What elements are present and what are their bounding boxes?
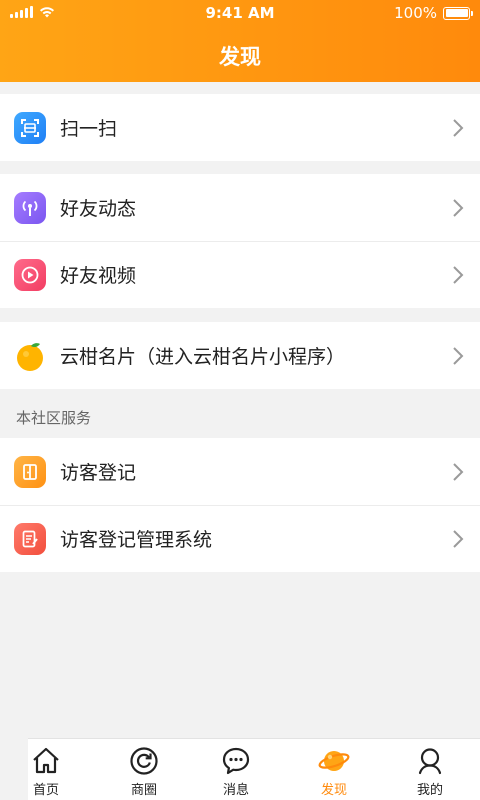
bottom-tab-bar: 首页 商圈 消息 发现 我的 (28, 738, 480, 800)
community-section: 访客登记 访客登记管理系统 (0, 438, 480, 572)
battery-percent: 100% (394, 4, 437, 22)
scan-label: 扫一扫 (60, 118, 118, 140)
user-icon (418, 748, 442, 775)
scan-icon (14, 111, 46, 144)
scan-section: 扫一扫 (0, 94, 480, 161)
tab-home-label: 首页 (32, 783, 59, 798)
app-header: 9:41 AM 100% 发现 (0, 0, 480, 82)
planet-icon (318, 751, 350, 771)
visitor-admin-row[interactable]: 访客登记管理系统 (0, 505, 480, 572)
card-section: 云柑名片（进入云柑名片小程序） (0, 322, 480, 389)
status-bar: 9:41 AM 100% (0, 0, 480, 28)
battery-status: 100% (394, 4, 473, 22)
visitor-register-label: 访客登记 (60, 462, 137, 484)
home-icon (33, 747, 59, 774)
door-icon (14, 455, 46, 488)
scan-row[interactable]: 扫一扫 (0, 94, 480, 161)
friends-feed-label: 好友动态 (60, 198, 137, 220)
chevron-right-icon (453, 463, 464, 481)
edit-document-icon (14, 522, 46, 555)
tab-profile-label: 我的 (416, 783, 443, 798)
tab-messages[interactable]: 消息 (206, 739, 266, 800)
orange-icon (14, 340, 46, 372)
community-services-heading: 本社区服务 (16, 409, 92, 427)
page-title: 发现 (219, 45, 261, 69)
visitor-register-row[interactable]: 访客登记 (0, 438, 480, 505)
battery-icon (443, 6, 473, 20)
chevron-right-icon (453, 347, 464, 365)
tab-profile[interactable]: 我的 (400, 739, 460, 800)
refresh-circle-icon (130, 747, 158, 775)
chevron-right-icon (453, 530, 464, 548)
friends-feed-row[interactable]: 好友动态 (0, 174, 480, 241)
tab-business-label: 商圈 (130, 783, 157, 798)
broadcast-icon (14, 191, 46, 224)
chevron-right-icon (453, 199, 464, 217)
tab-home[interactable]: 首页 (16, 739, 76, 800)
visitor-admin-label: 访客登记管理系统 (60, 529, 213, 551)
tab-business[interactable]: 商圈 (114, 739, 174, 800)
chat-bubble-icon (222, 747, 250, 775)
tab-discover[interactable]: 发现 (304, 739, 364, 800)
business-card-row[interactable]: 云柑名片（进入云柑名片小程序） (0, 322, 480, 389)
video-play-icon (14, 258, 46, 291)
chevron-right-icon (453, 266, 464, 284)
friends-section: 好友动态 好友视频 (0, 174, 480, 308)
tab-messages-label: 消息 (222, 783, 249, 798)
friends-video-label: 好友视频 (60, 265, 137, 287)
tab-discover-label: 发现 (320, 783, 347, 798)
chevron-right-icon (453, 119, 464, 137)
business-card-label: 云柑名片（进入云柑名片小程序） (60, 346, 346, 368)
friends-video-row[interactable]: 好友视频 (0, 241, 480, 308)
